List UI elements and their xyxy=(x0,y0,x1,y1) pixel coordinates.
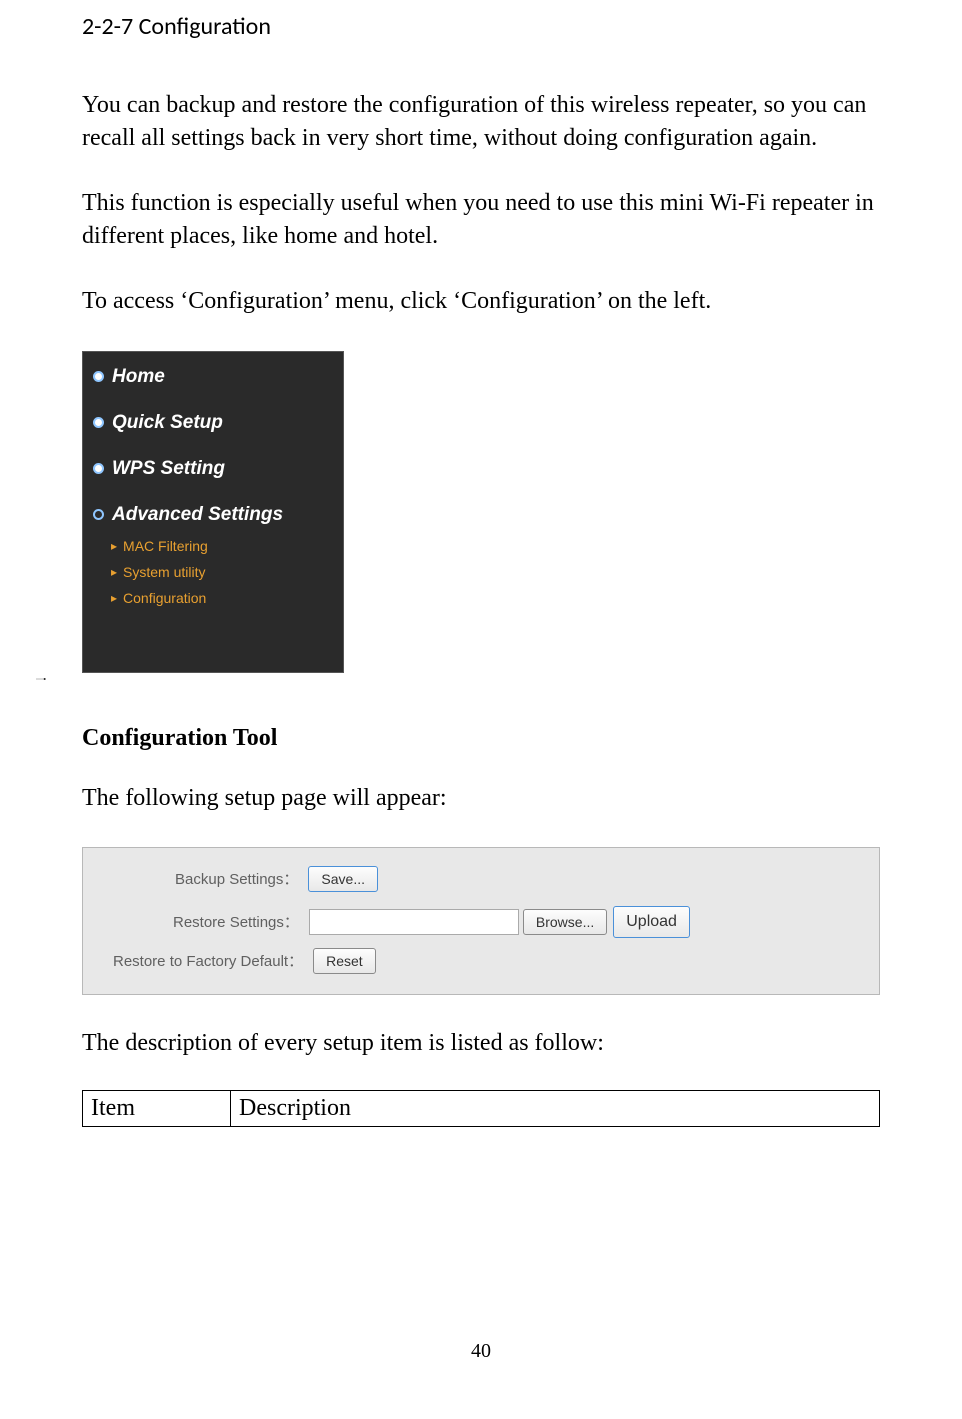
post-config-text: The description of every setup item is l… xyxy=(82,1027,880,1060)
sidebar-subitem-label: Configuration xyxy=(123,590,206,606)
restore-settings-label: Restore Settings： xyxy=(173,911,299,932)
bullet-open-icon xyxy=(93,509,104,520)
sidebar-item-label: Quick Setup xyxy=(112,412,223,434)
bullet-icon xyxy=(93,463,104,474)
paragraph-3: To access ‘Configuration’ menu, click ‘C… xyxy=(82,285,880,318)
paragraph-1: You can backup and restore the configura… xyxy=(82,89,880,155)
paragraph-2: This function is especially useful when … xyxy=(82,187,880,253)
sidebar-subitem-label: MAC Filtering xyxy=(123,538,208,554)
factory-default-label: Restore to Factory Default： xyxy=(113,950,303,971)
description-table: Item Description xyxy=(82,1090,880,1127)
sidebar-subitem-label: System utility xyxy=(123,564,205,580)
bullet-icon xyxy=(93,417,104,428)
sidebar-subitem-system-utility[interactable]: ▸ System utility xyxy=(83,562,343,582)
restore-file-input[interactable] xyxy=(309,909,519,935)
sidebar-item-quick-setup[interactable]: Quick Setup xyxy=(83,408,343,438)
bullet-icon xyxy=(93,371,104,382)
sidebar-subitem-mac-filtering[interactable]: ▸ MAC Filtering xyxy=(83,536,343,556)
backup-settings-label: Backup Settings： xyxy=(175,868,298,889)
config-intro: The following setup page will appear: xyxy=(82,782,880,815)
sidebar-item-label: Advanced Settings xyxy=(112,504,283,526)
sidebar-screenshot: Home Quick Setup WPS Setting Advanced Se… xyxy=(82,351,344,673)
table-row: Item Description xyxy=(83,1090,880,1126)
sidebar-subitem-configuration[interactable]: ▸ Configuration xyxy=(83,588,343,608)
sidebar-item-wps-setting[interactable]: WPS Setting xyxy=(83,454,343,484)
pointer-arrow-icon xyxy=(6,678,76,680)
chevron-right-icon: ▸ xyxy=(111,539,117,553)
configuration-tool-heading: Configuration Tool xyxy=(82,725,880,752)
sidebar-item-label: WPS Setting xyxy=(112,458,225,480)
upload-button[interactable]: Upload xyxy=(613,906,690,938)
table-header-item: Item xyxy=(83,1090,231,1126)
section-title: 2-2-7 Configuration xyxy=(82,12,880,41)
configuration-tool-screenshot: Backup Settings： Save... Restore Setting… xyxy=(82,847,880,995)
table-header-description: Description xyxy=(231,1090,880,1126)
sidebar-item-advanced-settings[interactable]: Advanced Settings xyxy=(83,500,343,530)
sidebar-item-label: Home xyxy=(112,366,165,388)
chevron-right-icon: ▸ xyxy=(111,565,117,579)
browse-button[interactable]: Browse... xyxy=(523,909,607,935)
sidebar-item-home[interactable]: Home xyxy=(83,362,343,392)
reset-button[interactable]: Reset xyxy=(313,948,376,974)
page-number: 40 xyxy=(0,1340,962,1363)
save-button[interactable]: Save... xyxy=(308,866,378,892)
chevron-right-icon: ▸ xyxy=(111,591,117,605)
